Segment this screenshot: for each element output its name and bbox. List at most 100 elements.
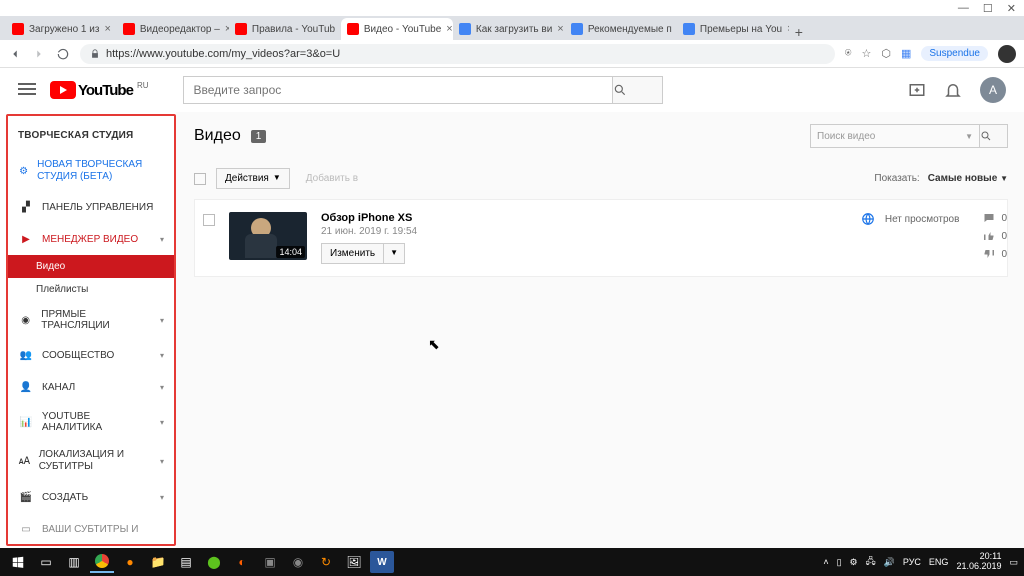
start-button[interactable]: [6, 551, 30, 573]
select-all-checkbox[interactable]: [194, 173, 206, 185]
upload-icon[interactable]: [908, 81, 926, 99]
taskview-icon[interactable]: ▭: [34, 551, 58, 573]
translate-icon: 🗚: [18, 453, 31, 469]
window-titlebar: — ☐ ✕: [0, 0, 1024, 16]
tray-lang[interactable]: РУС: [903, 557, 921, 567]
taskbar-app[interactable]: ▤: [174, 551, 198, 573]
video-checkbox[interactable]: [203, 214, 215, 226]
video-count-badge: 1: [251, 130, 267, 143]
search-icon: [980, 130, 992, 142]
sidebar-item-dashboard[interactable]: ▞ ПАНЕЛЬ УПРАВЛЕНИЯ: [8, 191, 174, 223]
taskbar-app[interactable]: ↻: [314, 551, 338, 573]
favicon-icon: [459, 23, 471, 35]
forward-icon[interactable]: [32, 47, 46, 61]
hamburger-icon[interactable]: [18, 83, 36, 97]
user-icon: 👤: [18, 379, 34, 395]
add-to-button: Добавить в: [300, 169, 364, 188]
tray-icon[interactable]: ⚙: [850, 557, 858, 568]
browser-toolbar: https://www.youtube.com/my_videos?ar=3&o…: [0, 40, 1024, 68]
taskbar-app[interactable]: ⬤: [202, 551, 226, 573]
edit-button[interactable]: Изменить: [321, 243, 384, 264]
ext-icon[interactable]: ⬡: [881, 47, 891, 60]
taskbar-app[interactable]: 🖼: [342, 551, 366, 573]
sidebar-sub-playlists[interactable]: Плейлисты: [8, 278, 174, 301]
youtube-logo[interactable]: YouTube RU: [50, 81, 149, 99]
sidebar-item-localization[interactable]: 🗚ЛОКАЛИЗАЦИЯ И СУБТИТРЫ▾: [8, 441, 174, 481]
cc-icon: ▭: [18, 521, 34, 537]
tray-chevron-icon[interactable]: ˄: [823, 557, 828, 567]
address-bar[interactable]: https://www.youtube.com/my_videos?ar=3&o…: [80, 44, 835, 64]
people-icon: 👥: [18, 347, 34, 363]
play-icon: ▶: [18, 231, 34, 247]
tray-clock[interactable]: 20:1121.06.2019: [956, 552, 1001, 572]
taskbar-app[interactable]: ▣: [258, 551, 282, 573]
browser-tab[interactable]: Как загрузить ви×: [453, 18, 565, 40]
browser-tab-active[interactable]: Видео - YouTube×: [341, 18, 453, 40]
browser-tabstrip: Загружено 1 из× Видеоредактор –× Правила…: [0, 16, 1024, 40]
ext-icon[interactable]: ▦: [901, 47, 911, 60]
sidebar-item-subtitles[interactable]: ▭ВАШИ СУБТИТРЫ И: [8, 513, 174, 545]
browser-tab[interactable]: Премьеры на You×: [677, 18, 789, 40]
favicon-icon: [123, 23, 135, 35]
sidebar-title: ТВОРЧЕСКАЯ СТУДИЯ: [8, 116, 174, 151]
profile-icon[interactable]: [998, 45, 1016, 63]
back-icon[interactable]: [8, 47, 22, 61]
broadcast-icon: ◉: [18, 312, 33, 328]
tray-icon[interactable]: ▯: [837, 557, 842, 568]
reload-icon[interactable]: [56, 47, 70, 61]
ext-icon[interactable]: ⍟: [845, 47, 852, 60]
window-max[interactable]: ☐: [983, 2, 993, 15]
taskbar-chrome[interactable]: [90, 551, 114, 573]
tray-volume-icon[interactable]: 🔊: [884, 557, 895, 568]
close-icon[interactable]: ×: [446, 23, 452, 35]
search-input[interactable]: [183, 76, 613, 104]
browser-tab[interactable]: Видеоредактор –×: [117, 18, 229, 40]
window-min[interactable]: —: [958, 2, 969, 14]
chevron-down-icon: ▾: [160, 235, 164, 244]
browser-tab[interactable]: Рекомендуемые п×: [565, 18, 677, 40]
chart-icon: 📊: [18, 414, 34, 430]
video-title[interactable]: Обзор iPhone XS: [321, 212, 847, 224]
taskbar-app[interactable]: ▥: [62, 551, 86, 573]
ext-icon[interactable]: ☆: [862, 47, 872, 60]
chevron-down-icon: ▾: [160, 351, 164, 360]
sidebar-item-community[interactable]: 👥СООБЩЕСТВО▾: [8, 339, 174, 371]
close-icon[interactable]: ×: [557, 23, 563, 35]
actions-dropdown[interactable]: Действия▼: [216, 168, 290, 189]
sidebar-item-channel[interactable]: 👤КАНАЛ▾: [8, 371, 174, 403]
taskbar-app[interactable]: ◐: [230, 551, 254, 573]
browser-tab[interactable]: Правила - YouTub×: [229, 18, 341, 40]
sidebar-item-create[interactable]: 🎬СОЗДАТЬ▾: [8, 481, 174, 513]
browser-tab[interactable]: Загружено 1 из×: [6, 18, 117, 40]
chevron-down-icon: ▾: [160, 383, 164, 392]
sidebar-item-live[interactable]: ◉ПРЯМЫЕ ТРАНСЛЯЦИИ▾: [8, 301, 174, 339]
page-title: Видео: [194, 127, 241, 145]
sidebar-sub-videos[interactable]: Видео: [8, 255, 174, 278]
taskbar-app[interactable]: ◉: [286, 551, 310, 573]
tray-notifications-icon[interactable]: ▭: [1009, 557, 1018, 568]
close-icon[interactable]: ×: [104, 23, 110, 35]
video-date: 21 июн. 2019 г. 19:54: [321, 226, 847, 237]
window-close[interactable]: ✕: [1007, 2, 1016, 15]
video-thumbnail[interactable]: 14:04: [229, 212, 307, 260]
video-search-input[interactable]: Поиск видео▼: [810, 124, 980, 148]
taskbar-word[interactable]: W: [370, 551, 394, 573]
video-search-button[interactable]: [980, 124, 1008, 148]
suspend-badge[interactable]: Suspendue: [921, 46, 988, 61]
extension-icons: ⍟ ☆ ⬡ ▦ Suspendue: [845, 45, 1016, 63]
sidebar-item-new-studio[interactable]: ⚙ НОВАЯ ТВОРЧЕСКАЯ СТУДИЯ (БЕТА): [8, 151, 174, 191]
sidebar-item-video-manager[interactable]: ▶ МЕНЕДЖЕР ВИДЕО ▾: [8, 223, 174, 255]
edit-dropdown[interactable]: ▼: [384, 243, 405, 264]
new-tab-button[interactable]: +: [789, 24, 809, 40]
sort-dropdown[interactable]: Самые новые ▼: [928, 173, 1008, 184]
taskbar-explorer[interactable]: 📁: [146, 551, 170, 573]
tray-network-icon[interactable]: 🖧: [866, 554, 876, 570]
windows-taskbar: ▭ ▥ ● 📁 ▤ ⬤ ◐ ▣ ◉ ↻ 🖼 W ˄ ▯ ⚙ 🖧 🔊 РУС EN…: [0, 548, 1024, 576]
avatar[interactable]: A: [980, 77, 1006, 103]
sidebar-item-analytics[interactable]: 📊YOUTUBE АНАЛИТИКА▾: [8, 403, 174, 441]
chevron-down-icon: ▾: [160, 316, 164, 325]
taskbar-app[interactable]: ●: [118, 551, 142, 573]
bell-icon[interactable]: [944, 81, 962, 99]
tray-kbd[interactable]: ENG: [929, 557, 949, 567]
search-button[interactable]: [613, 76, 663, 104]
